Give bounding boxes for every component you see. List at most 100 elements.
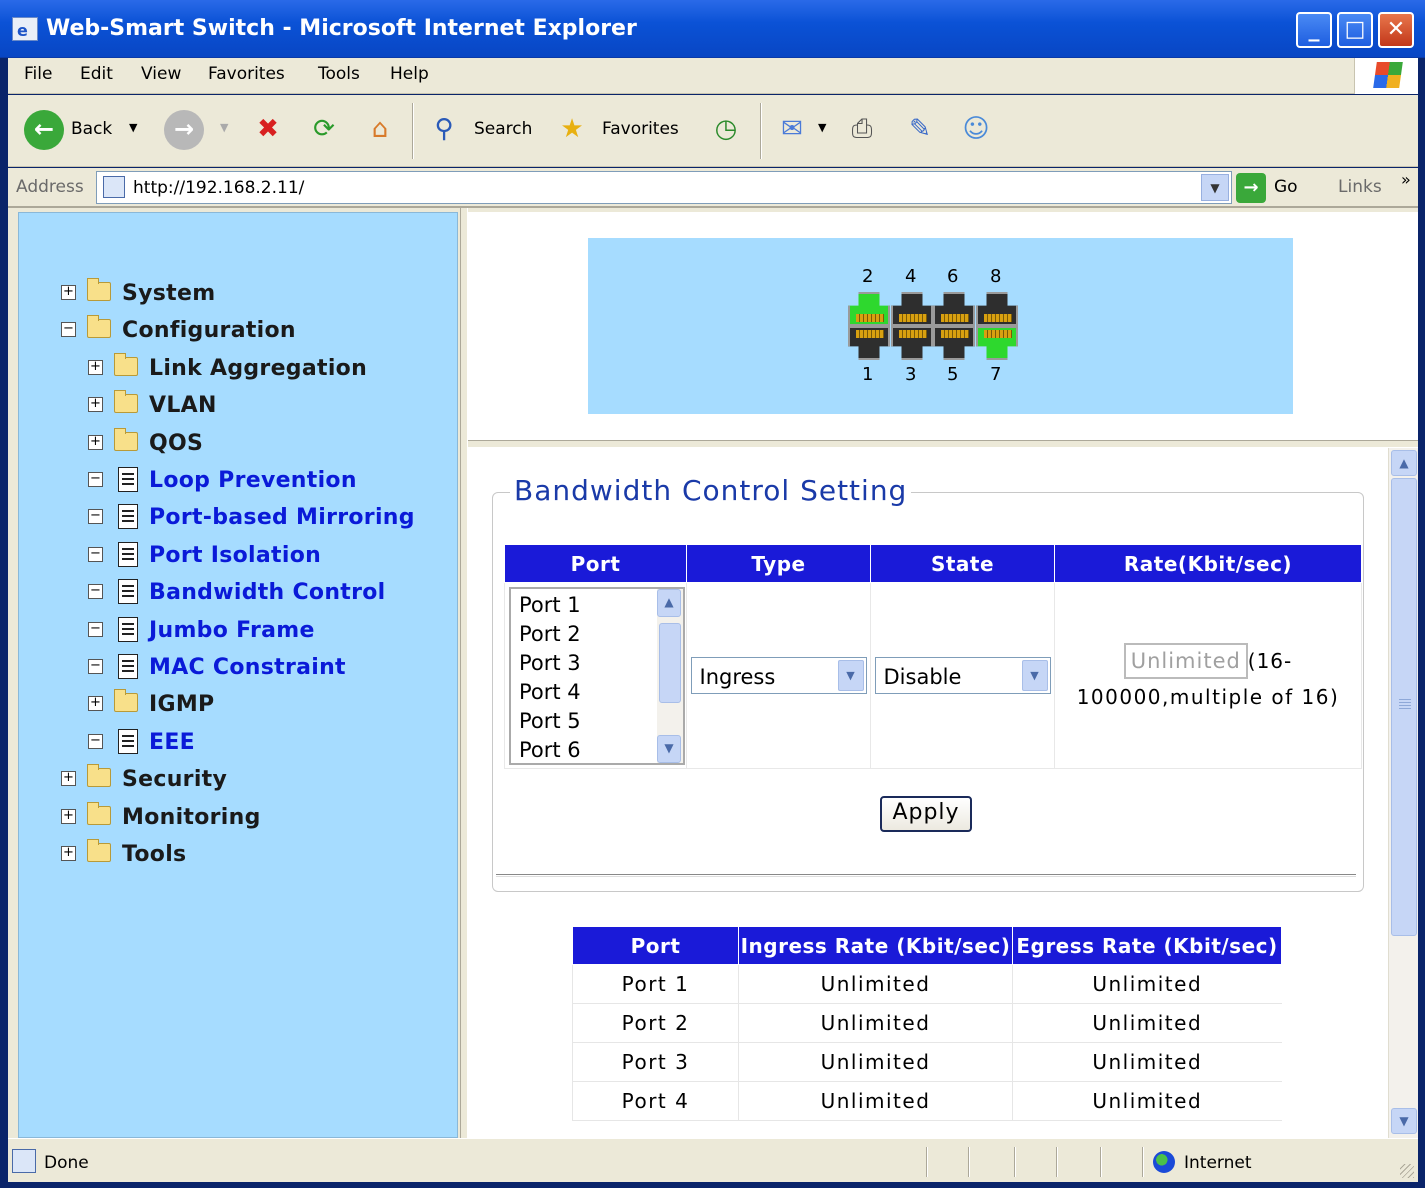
minimize-button[interactable]: _ <box>1296 12 1332 48</box>
tree-item-igmp[interactable]: + IGMP <box>88 689 449 720</box>
title-bar[interactable]: e Web-Smart Switch - Microsoft Internet … <box>0 0 1425 58</box>
tree-item-qos[interactable]: + QOS <box>88 428 449 459</box>
port-option[interactable]: Port 2 <box>519 622 581 646</box>
expand-icon[interactable]: + <box>61 771 76 786</box>
tree-item-label[interactable]: MAC Constraint <box>149 655 346 680</box>
history-icon[interactable]: ◷ <box>708 111 744 147</box>
tree-item-tools[interactable]: + Tools <box>61 839 449 870</box>
mail-icon[interactable]: ✉ <box>774 111 810 147</box>
messenger-icon[interactable]: ☺ <box>958 111 994 147</box>
go-button[interactable]: Go <box>1274 177 1298 197</box>
port-jack-7[interactable] <box>976 326 1018 360</box>
collapse-icon[interactable]: − <box>88 734 103 749</box>
back-arrow-icon[interactable]: ← <box>24 110 64 150</box>
edit-icon[interactable]: ✎ <box>902 111 938 147</box>
list-scroll-thumb[interactable] <box>659 622 681 703</box>
expand-icon[interactable]: + <box>88 435 103 450</box>
print-icon[interactable]: ⎙ <box>844 111 880 147</box>
favorites-label[interactable]: Favorites <box>602 119 679 139</box>
expand-icon[interactable]: + <box>61 285 76 300</box>
expand-icon[interactable]: + <box>88 360 103 375</box>
tree-item-label[interactable]: IGMP <box>149 692 214 717</box>
collapse-icon[interactable]: − <box>88 509 103 524</box>
forward-arrow-icon[interactable]: → <box>164 110 204 150</box>
back-label[interactable]: Back <box>71 119 112 139</box>
port-jack-5[interactable] <box>933 326 975 360</box>
expand-icon[interactable]: + <box>61 846 76 861</box>
refresh-icon[interactable]: ⟳ <box>306 111 342 147</box>
menu-file[interactable]: File <box>24 64 52 84</box>
tree-item-bandwidth-control[interactable]: − Bandwidth Control <box>88 578 449 608</box>
resize-grip-icon[interactable] <box>1400 1164 1414 1178</box>
port-jack-3[interactable] <box>891 326 933 360</box>
tree-item-label[interactable]: Port Isolation <box>149 543 321 568</box>
tree-item-label[interactable]: Loop Prevention <box>149 468 357 493</box>
mail-dropdown-icon[interactable]: ▼ <box>818 121 826 134</box>
links-label[interactable]: Links <box>1338 177 1382 197</box>
tree-item-label[interactable]: System <box>122 281 215 306</box>
links-chevron-icon[interactable]: » <box>1401 170 1411 189</box>
stop-icon[interactable]: ✖ <box>250 111 286 147</box>
scroll-down-icon[interactable]: ▼ <box>1391 1108 1417 1134</box>
type-select[interactable]: Ingress ▼ <box>690 657 867 694</box>
frame-divider-vertical[interactable] <box>460 208 468 1138</box>
port-option[interactable]: Port 1 <box>519 593 581 617</box>
home-icon[interactable]: ⌂ <box>362 111 398 147</box>
tree-item-label[interactable]: Monitoring <box>122 805 261 830</box>
port-multiselect[interactable]: ▲ ▼ Port 1 Port 2 Port 3 Port 4 Port 5 Port 6 <box>509 586 685 765</box>
frame-divider-horizontal[interactable] <box>468 440 1418 448</box>
rate-input[interactable]: Unlimited <box>1123 642 1248 679</box>
collapse-icon[interactable]: − <box>88 659 103 674</box>
port-jack-4[interactable] <box>891 292 933 326</box>
tree-item-label[interactable]: VLAN <box>149 393 217 418</box>
tree-item-jumbo-frame[interactable]: − Jumbo Frame <box>88 616 449 646</box>
forward-dropdown-icon[interactable]: ▼ <box>220 121 228 134</box>
tree-item-mac-constraint[interactable]: − MAC Constraint <box>88 653 449 683</box>
tree-item-label[interactable]: QOS <box>149 431 203 456</box>
menu-view[interactable]: View <box>141 64 181 84</box>
menu-edit[interactable]: Edit <box>80 64 113 84</box>
search-icon[interactable]: ⚲ <box>426 111 462 147</box>
apply-button[interactable]: Apply <box>880 796 972 832</box>
tree-item-system[interactable]: + System <box>61 278 449 309</box>
collapse-icon[interactable]: − <box>61 322 76 337</box>
expand-icon[interactable]: + <box>61 809 76 824</box>
tree-item-vlan[interactable]: + VLAN <box>88 390 449 421</box>
address-dropdown-icon[interactable]: ▼ <box>1201 174 1229 201</box>
favorites-star-icon[interactable]: ★ <box>554 111 590 147</box>
tree-item-label[interactable]: Configuration <box>122 318 296 343</box>
go-arrow-icon[interactable]: → <box>1236 173 1266 203</box>
tree-item-security[interactable]: + Security <box>61 764 449 795</box>
port-option[interactable]: Port 6 <box>519 738 581 762</box>
tree-item-label[interactable]: Port-based Mirroring <box>149 505 415 530</box>
list-scrollbar[interactable]: ▲ ▼ <box>657 588 683 763</box>
tree-item-port-isolation[interactable]: − Port Isolation <box>88 541 449 571</box>
back-dropdown-icon[interactable]: ▼ <box>129 121 137 134</box>
list-scroll-up-icon[interactable]: ▲ <box>657 588 681 617</box>
port-jack-6[interactable] <box>933 292 975 326</box>
collapse-icon[interactable]: − <box>88 622 103 637</box>
expand-icon[interactable]: + <box>88 696 103 711</box>
tree-item-link-aggregation[interactable]: + Link Aggregation <box>88 353 449 384</box>
menu-help[interactable]: Help <box>390 64 429 84</box>
tree-item-loop-prevention[interactable]: − Loop Prevention <box>88 466 449 496</box>
chevron-down-icon[interactable]: ▼ <box>837 660 864 691</box>
tree-item-label[interactable]: Tools <box>122 842 186 867</box>
collapse-icon[interactable]: − <box>88 584 103 599</box>
port-option[interactable]: Port 4 <box>519 680 581 704</box>
tree-item-label[interactable]: Bandwidth Control <box>149 580 386 605</box>
tree-item-label[interactable]: Jumbo Frame <box>149 618 315 643</box>
expand-icon[interactable]: + <box>88 397 103 412</box>
tree-item-label[interactable]: Security <box>122 767 227 792</box>
tree-item-eee[interactable]: − EEE <box>88 728 449 758</box>
close-button[interactable]: ✕ <box>1378 12 1414 48</box>
collapse-icon[interactable]: − <box>88 547 103 562</box>
tree-item-configuration[interactable]: − Configuration <box>61 315 449 346</box>
address-url[interactable]: http://192.168.2.11/ <box>133 178 304 198</box>
tree-item-port-based-mirroring[interactable]: − Port-based Mirroring <box>88 503 449 533</box>
collapse-icon[interactable]: − <box>88 472 103 487</box>
chevron-down-icon[interactable]: ▼ <box>1021 660 1048 691</box>
scroll-up-icon[interactable]: ▲ <box>1391 450 1417 476</box>
port-option[interactable]: Port 3 <box>519 651 581 675</box>
menu-favorites[interactable]: Favorites <box>208 64 285 84</box>
